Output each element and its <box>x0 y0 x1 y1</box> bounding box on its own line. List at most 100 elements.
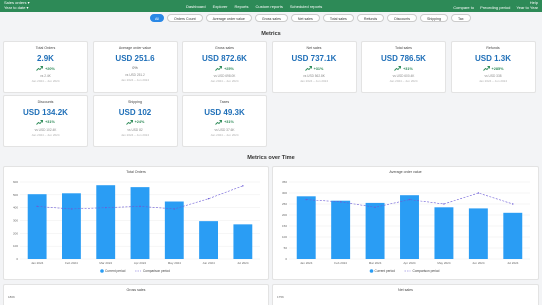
metric-card-shipping[interactable]: Shipping USD 102 +24% vs USD 82 Jan 2024 – J… <box>92 94 178 147</box>
legend-comparison-label[interactable]: Comparison period <box>413 269 440 273</box>
filter-net-sales[interactable]: Net sales <box>290 14 320 22</box>
comparison-point[interactable] <box>339 201 342 203</box>
nav-reports[interactable]: Reports <box>234 4 248 9</box>
comparison-point[interactable] <box>105 206 107 209</box>
range-select[interactable]: Year to Year <box>516 5 538 11</box>
bar-current-period[interactable] <box>365 202 385 259</box>
bar-current-period[interactable] <box>468 208 488 259</box>
chart-plot: 0 100 200 300 400 500 600 Jan 2024 Feb 2024 Mar 2… <box>13 180 260 273</box>
y-tick-label: 300 <box>13 219 18 223</box>
metric-change-value: 0% <box>132 66 138 70</box>
nav-dashboard[interactable]: Dashboard <box>186 4 206 9</box>
y-tick-label: 600 <box>13 180 18 184</box>
filter-refunds[interactable]: Refunds <box>356 14 385 22</box>
comparison-point[interactable] <box>36 205 38 208</box>
metric-card-average-order-value[interactable]: Average order value USD 251.6 0% vs USD 251… <box>92 41 178 93</box>
comparison-point[interactable] <box>242 185 244 187</box>
metric-period: Jan 2024 – Jun 2024 <box>120 78 150 82</box>
metric-change-value: +24% <box>134 120 145 124</box>
metric-comparison: vs USD 82 <box>127 127 143 132</box>
bar-current-period[interactable] <box>96 185 116 259</box>
x-tick-label: May 2024 <box>437 261 451 265</box>
filter-gross-sales[interactable]: Gross sales <box>254 14 288 22</box>
legend-comparison-label[interactable]: Comparison period <box>143 269 170 273</box>
net-sales-chart: Net sales 175K <box>272 284 539 305</box>
legend-current-swatch <box>100 269 104 273</box>
x-tick-label: Jul 2024 <box>507 261 519 265</box>
bar-current-period[interactable] <box>27 194 47 259</box>
metric-change: +31% <box>183 119 266 125</box>
nav-explorer[interactable]: Explorer <box>213 4 228 9</box>
filter-average-order-value[interactable]: Average order value <box>205 14 252 22</box>
legend-current-label[interactable]: Current period <box>375 269 396 273</box>
filter-shipping[interactable]: Shipping <box>420 14 449 22</box>
comparison-point[interactable] <box>305 198 307 201</box>
filter-discounts[interactable]: Discounts <box>387 14 418 22</box>
compare-to-label: Compare to <box>453 4 475 10</box>
bar-current-period[interactable] <box>331 200 351 259</box>
metric-period: Jan 2024 – Jun 2024 <box>210 79 239 83</box>
bar-current-period[interactable] <box>503 212 523 259</box>
metric-value: USD 737.1K <box>291 54 337 63</box>
comparison-point[interactable] <box>207 197 210 200</box>
comparison-point[interactable] <box>139 205 141 208</box>
filter-orders-count[interactable]: Orders Count <box>167 14 203 22</box>
comparison-point[interactable] <box>408 198 411 201</box>
trend-up-icon <box>394 66 402 71</box>
metric-comparison: vs USD 37.6K <box>214 127 235 132</box>
bar-current-period[interactable] <box>62 193 81 259</box>
metric-card-net-sales[interactable]: Net sales USD 737.1K +31% vs USD 562.8K Jan … <box>271 41 357 93</box>
metric-change-value: +25% <box>224 66 234 71</box>
x-tick-label: Feb 2024 <box>334 261 347 265</box>
metric-change: 0% <box>94 66 177 70</box>
metric-card-gross-sales[interactable]: Gross sales USD 872.6K +25% vs USD 698.0K Ja… <box>182 41 267 93</box>
legend-current-label[interactable]: Current period <box>105 269 126 273</box>
nav-scheduled-reports[interactable]: Scheduled reports <box>290 4 322 9</box>
filter-tax[interactable]: Tax <box>451 14 471 22</box>
bar-current-period[interactable] <box>296 196 316 259</box>
comparison-point[interactable] <box>443 203 445 205</box>
x-tick-label: Feb 2024 <box>65 261 78 265</box>
metric-period: Jan 2024 – Jun 2024 <box>478 79 508 83</box>
metric-change-value: +31% <box>45 120 55 124</box>
bar-current-period[interactable] <box>434 207 454 259</box>
metric-comparison: vs USD 562.8K <box>303 74 325 78</box>
metric-period: Jan 2024 – Jun 2024 <box>210 132 239 137</box>
metric-change: +25% <box>183 66 266 71</box>
metric-change-value: +31% <box>224 120 234 124</box>
metric-value: USD 1.3K <box>474 54 511 63</box>
compare-period-select[interactable]: Preceding period <box>480 5 510 11</box>
comparison-point[interactable] <box>173 208 175 210</box>
comparison-point[interactable] <box>70 208 73 210</box>
bar-current-period[interactable] <box>233 224 253 259</box>
metric-card-discounts[interactable]: Discounts USD 134.2K +31% vs USD 102.4K Jan … <box>3 94 88 147</box>
metric-card-total-orders[interactable]: Total Orders 2.9K +20% vs 2.4K Jan 2024 – Ju… <box>3 41 88 93</box>
y-tick-label: 150 <box>282 224 287 228</box>
comparison-point[interactable] <box>374 206 376 208</box>
period-selector[interactable]: Year to date ▾ <box>4 5 30 11</box>
metric-period: Jan 2024 – Jun 2024 <box>120 132 150 137</box>
bar-current-period[interactable] <box>130 187 150 259</box>
filter-total-sales[interactable]: Total sales <box>322 14 354 22</box>
metric-change-value: +285% <box>491 66 504 71</box>
y-tick-label: 250 <box>282 202 287 206</box>
bar-current-period[interactable] <box>199 221 218 259</box>
metric-change-value: +31% <box>313 66 324 71</box>
metrics-over-time-title: Metrics over Time <box>247 155 295 161</box>
comparison-point[interactable] <box>512 203 514 205</box>
y-tick-label: 350 <box>282 180 287 184</box>
chart-title: Gross sales <box>126 288 146 292</box>
legend-current-swatch <box>369 269 374 273</box>
bar-current-period[interactable] <box>400 195 419 259</box>
metric-label: Discounts <box>37 99 54 104</box>
metric-card-taxes[interactable]: Taxes USD 49.3K +31% vs USD 37.6K Jan 2024 –… <box>182 94 267 147</box>
metric-card-total-sales[interactable]: Total sales USD 786.5K +31% vs USD 600.4K Ja… <box>361 41 446 93</box>
comparison-point[interactable] <box>477 192 480 194</box>
bar-current-period[interactable] <box>164 201 184 259</box>
x-tick-label: Mar 2024 <box>99 261 112 265</box>
metric-change: +31% <box>362 66 445 71</box>
filter-all[interactable]: All <box>150 14 164 22</box>
metric-value: USD 872.6K <box>202 54 247 63</box>
nav-custom-reports[interactable]: Custom reports <box>256 4 283 9</box>
metric-card-refunds[interactable]: Refunds USD 1.3K +285% vs USD 338 Jan 2024 –… <box>450 41 536 93</box>
